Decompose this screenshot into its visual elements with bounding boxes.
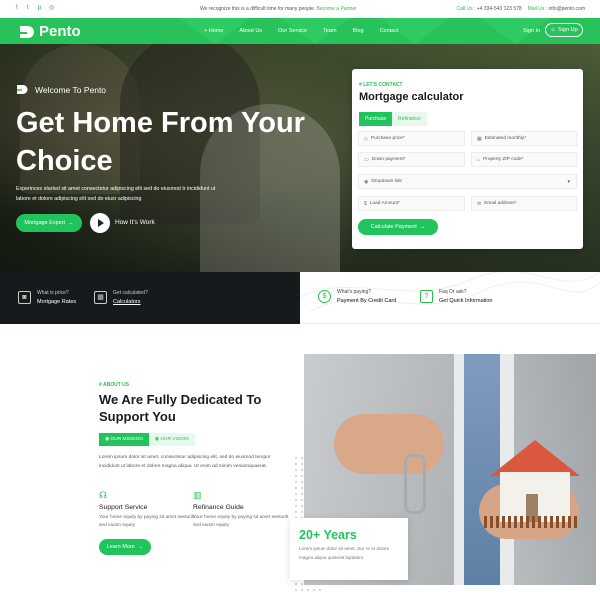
calculator-icon: ▦ (94, 291, 107, 304)
logo[interactable]: Pento (18, 23, 81, 40)
twitter-icon[interactable]: t (27, 5, 33, 12)
about-description: Lorem ipsum dolor sit amet, consectetur … (99, 455, 271, 469)
dropdown-select[interactable]: ◉ Dropdown link ▾ (358, 174, 577, 189)
user-icon: ☺ (550, 27, 557, 33)
tab-our-mission[interactable]: ◉ OUR MISSION (99, 433, 149, 446)
pin-icon: ⌂ (477, 156, 481, 163)
nav-item-home[interactable]: + Home (204, 28, 223, 34)
top-notice: We recognize this is a difficult time fo… (200, 6, 357, 12)
info-bar-dark: ◙ What is price? Mortgage Rates ▦ Get ca… (0, 272, 300, 324)
tab-our-vision[interactable]: ◉ OUR VISION (148, 433, 195, 446)
top-bar: f t p ◎ We recognize this is a difficult… (0, 0, 600, 18)
facebook-icon[interactable]: f (16, 5, 22, 12)
caret-down-icon: ▾ (567, 179, 570, 185)
list-icon: ◉ (364, 178, 369, 185)
about-eyebrow: # ABOUT US (99, 382, 130, 388)
load-amount-field[interactable]: $ Load Amount* (358, 196, 465, 211)
feature-support-service: ☊ Support Service Your home equity by pa… (99, 490, 195, 528)
info-item-payment[interactable]: $ What's paying? Payment By Credit Card (318, 289, 396, 304)
years-card: 20+ Years Lorem ipsum dolor sit amet, ct… (290, 518, 408, 580)
instagram-icon[interactable]: ◎ (49, 5, 55, 12)
social-links: f t p ◎ (16, 5, 55, 12)
arrow-right-icon: → (137, 544, 144, 550)
tag-icon: ◇ (364, 135, 368, 142)
hero-description: Experinces started sit amet consectetur … (16, 186, 216, 202)
nav-item-team[interactable]: Team (323, 28, 336, 34)
card-icon: ▭ (364, 156, 369, 163)
nav-item-contact[interactable]: Contact (380, 28, 399, 34)
main-nav: Pento + Home About Us Our Service Team B… (0, 18, 600, 44)
mortgage-expert-button[interactable]: Mortgage Expert → (16, 214, 82, 232)
faq-icon: ? (420, 290, 433, 303)
info-item-faq[interactable]: ? Faq Or ask? Get Quick Information (420, 289, 493, 304)
nav-item-service[interactable]: Our Service (278, 28, 307, 34)
about-tabs: ◉ OUR MISSION ◉ OUR VISION (99, 433, 195, 446)
email-field[interactable]: ✉ Email address* (471, 196, 577, 211)
how-it-works-label[interactable]: How It's Work (115, 219, 155, 226)
logo-mark-icon (20, 25, 34, 38)
down-payment-field[interactable]: ▭ Down payment* (358, 152, 465, 167)
calculator-title: Mortgage calculator (359, 91, 464, 103)
headset-icon: ☊ (99, 490, 107, 500)
become-partner-link[interactable]: Become a Partner (317, 6, 357, 12)
signup-button[interactable]: ☺ Sign Up (545, 23, 583, 37)
arrow-right-icon: → (419, 224, 426, 230)
tab-refinance[interactable]: Refinance (392, 112, 427, 126)
hero-title: Get Home From Your Choice (16, 107, 305, 177)
about-title: We Are Fully Dedicated To Support You (99, 392, 262, 424)
nav-item-about[interactable]: About Us (239, 28, 262, 34)
info-bar-light: $ What's paying? Payment By Credit Card … (300, 272, 600, 324)
mail-icon: ✉ (477, 200, 482, 207)
years-value: 20+ Years (299, 528, 357, 542)
calendar-icon: ▦ (477, 135, 482, 142)
play-icon (98, 219, 104, 227)
purchase-price-field[interactable]: ◇ Purchase price* (358, 131, 465, 146)
hero-welcome: Welcome To Pento (16, 84, 106, 95)
pinterest-icon[interactable]: p (38, 5, 44, 12)
camera-icon: ◙ (18, 291, 31, 304)
logo-text: Pento (39, 23, 81, 40)
photo-hand (334, 414, 444, 474)
email-link[interactable]: info@pento.com (549, 6, 585, 12)
years-description: Lorem ipsum dolor sit amet, ctur re et d… (299, 546, 390, 560)
dollar-icon: $ (364, 200, 367, 207)
calculator-tabs: Purchase Refinance (359, 112, 427, 126)
logo-mark-icon (17, 85, 28, 94)
calculator-eyebrow: # LET'S CONTACT (359, 82, 403, 88)
tab-purchase[interactable]: Purchase (359, 112, 393, 126)
info-item-calculators[interactable]: ▦ Get calculated? Calculators (94, 290, 148, 305)
bar-chart-icon: ▥ (193, 490, 202, 500)
top-contact: Call Us : +4 334-543 123 578 Mail Us : i… (456, 6, 585, 12)
info-item-mortgage-rates[interactable]: ◙ What is price? Mortgage Rates (18, 290, 76, 305)
learn-more-button[interactable]: Learn More → (99, 539, 151, 555)
info-bar: ◙ What is price? Mortgage Rates ▦ Get ca… (0, 272, 600, 324)
dollar-circle-icon: $ (318, 290, 331, 303)
signin-link[interactable]: Sign In (523, 28, 540, 34)
photo-key (404, 454, 426, 514)
zip-code-field[interactable]: ⌂ Property ZIP code* (471, 152, 577, 167)
photo-house-roof (490, 440, 580, 476)
calculate-payment-button[interactable]: Calculate Payment → (358, 219, 438, 235)
phone-link[interactable]: +4 334-543 123 578 (477, 6, 522, 12)
nav-item-blog[interactable]: Blog (353, 28, 364, 34)
mortgage-calculator-card: # LET'S CONTACT Mortgage calculator Purc… (352, 69, 583, 249)
nav-menu: + Home About Us Our Service Team Blog Co… (204, 28, 399, 34)
estimated-monthly-field[interactable]: ▦ Estimated monthly* (471, 131, 577, 146)
play-video-button[interactable] (90, 213, 110, 233)
feature-refinance-guide: ▥ Refinance Guide Your home equity by pa… (193, 490, 289, 528)
arrow-right-icon: → (68, 220, 74, 226)
photo-fence (484, 516, 580, 528)
